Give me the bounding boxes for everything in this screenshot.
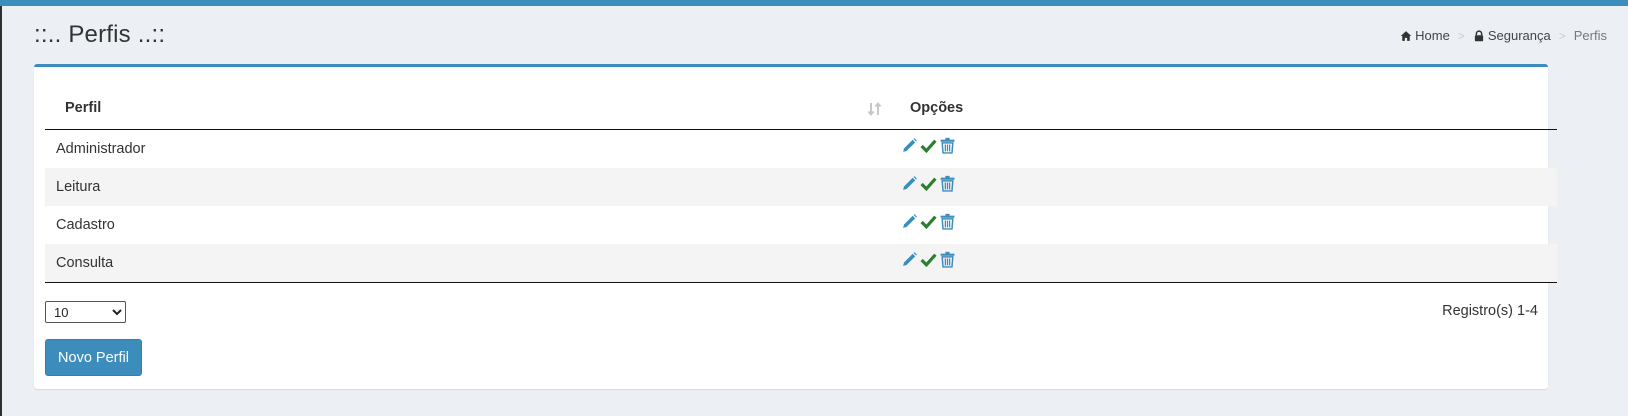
column-header-perfil[interactable]: Perfil [45,87,891,130]
trash-icon[interactable] [939,251,956,268]
edit-pencil-icon[interactable] [901,137,918,154]
breadcrumb-perfis-label: Perfis [1573,28,1607,43]
breadcrumb: Home > Segurança > Perfis [1400,28,1607,43]
column-header-opcoes: Opções [891,87,1557,130]
edit-pencil-icon[interactable] [901,175,918,192]
content-wrapper: ::.. Perfis ..:: Home > Segurança > Perf… [2,6,1628,416]
lock-icon [1474,29,1483,41]
profile-name-cell: Administrador [56,141,146,157]
check-icon[interactable] [920,251,937,268]
profiles-table-wrapper: Perfil Opções Administrador Leitura Cada… [45,87,1557,283]
breadcrumb-home[interactable]: Home [1400,28,1450,43]
breadcrumb-separator: > [1457,28,1465,43]
breadcrumb-separator: > [1558,28,1566,43]
breadcrumb-seguranca[interactable]: Segurança [1473,28,1551,43]
table-row: Cadastro [45,206,1557,244]
profile-name-cell: Cadastro [56,217,115,233]
records-info: Registro(s) 1-4 [1442,303,1538,319]
breadcrumb-perfis: Perfis [1574,28,1607,43]
page-size-select[interactable]: 10 [45,301,126,323]
profile-name-cell: Consulta [45,244,891,283]
table-header-row: Perfil Opções [45,87,1557,130]
profiles-table: Perfil Opções Administrador Leitura Cada… [45,87,1557,283]
breadcrumb-home-label: Home [1415,28,1450,43]
profiles-box: Perfil Opções Administrador Leitura Cada… [34,64,1557,389]
options-cell [891,244,1557,283]
page-title: ::.. Perfis ..:: [34,21,166,48]
check-icon[interactable] [920,213,937,230]
edit-pencil-icon[interactable] [901,213,918,230]
trash-icon[interactable] [939,137,956,154]
check-icon[interactable] [920,137,937,154]
check-icon[interactable] [920,175,937,192]
trash-icon[interactable] [939,213,956,230]
trash-icon[interactable] [939,175,956,192]
table-row: Consulta [45,244,1557,283]
column-header-perfil-label: Perfil [65,100,102,116]
options-cell [891,168,1557,206]
table-row: Leitura [45,168,1557,206]
new-profile-button[interactable]: Novo Perfil [45,339,142,376]
options-cell [891,130,1557,169]
breadcrumb-seguranca-label: Segurança [1487,28,1551,43]
home-icon [1400,30,1412,41]
profile-name-cell: Leitura [56,179,101,195]
table-row: Administrador [45,130,1557,169]
edit-pencil-icon[interactable] [901,251,918,268]
column-header-opcoes-label: Opções [910,100,964,116]
sort-icon[interactable] [867,101,883,117]
options-cell [891,206,1557,244]
